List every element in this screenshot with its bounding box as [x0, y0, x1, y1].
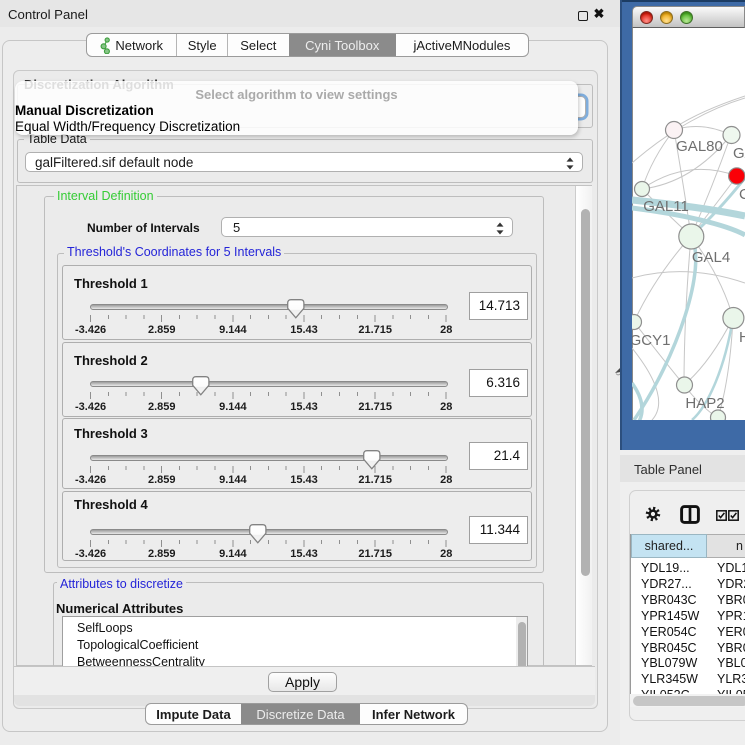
- svg-text:CC: CC: [739, 186, 745, 203]
- svg-text:HI: HI: [739, 329, 745, 346]
- svg-text:GAL11: GAL11: [643, 198, 689, 215]
- svg-text:GAL80: GAL80: [676, 138, 723, 155]
- svg-text:GCY1: GCY1: [632, 332, 670, 349]
- svg-text:GAL: GAL: [733, 145, 745, 162]
- svg-text:GAL4: GAL4: [692, 249, 730, 266]
- svg-text:HAP2: HAP2: [685, 395, 724, 412]
